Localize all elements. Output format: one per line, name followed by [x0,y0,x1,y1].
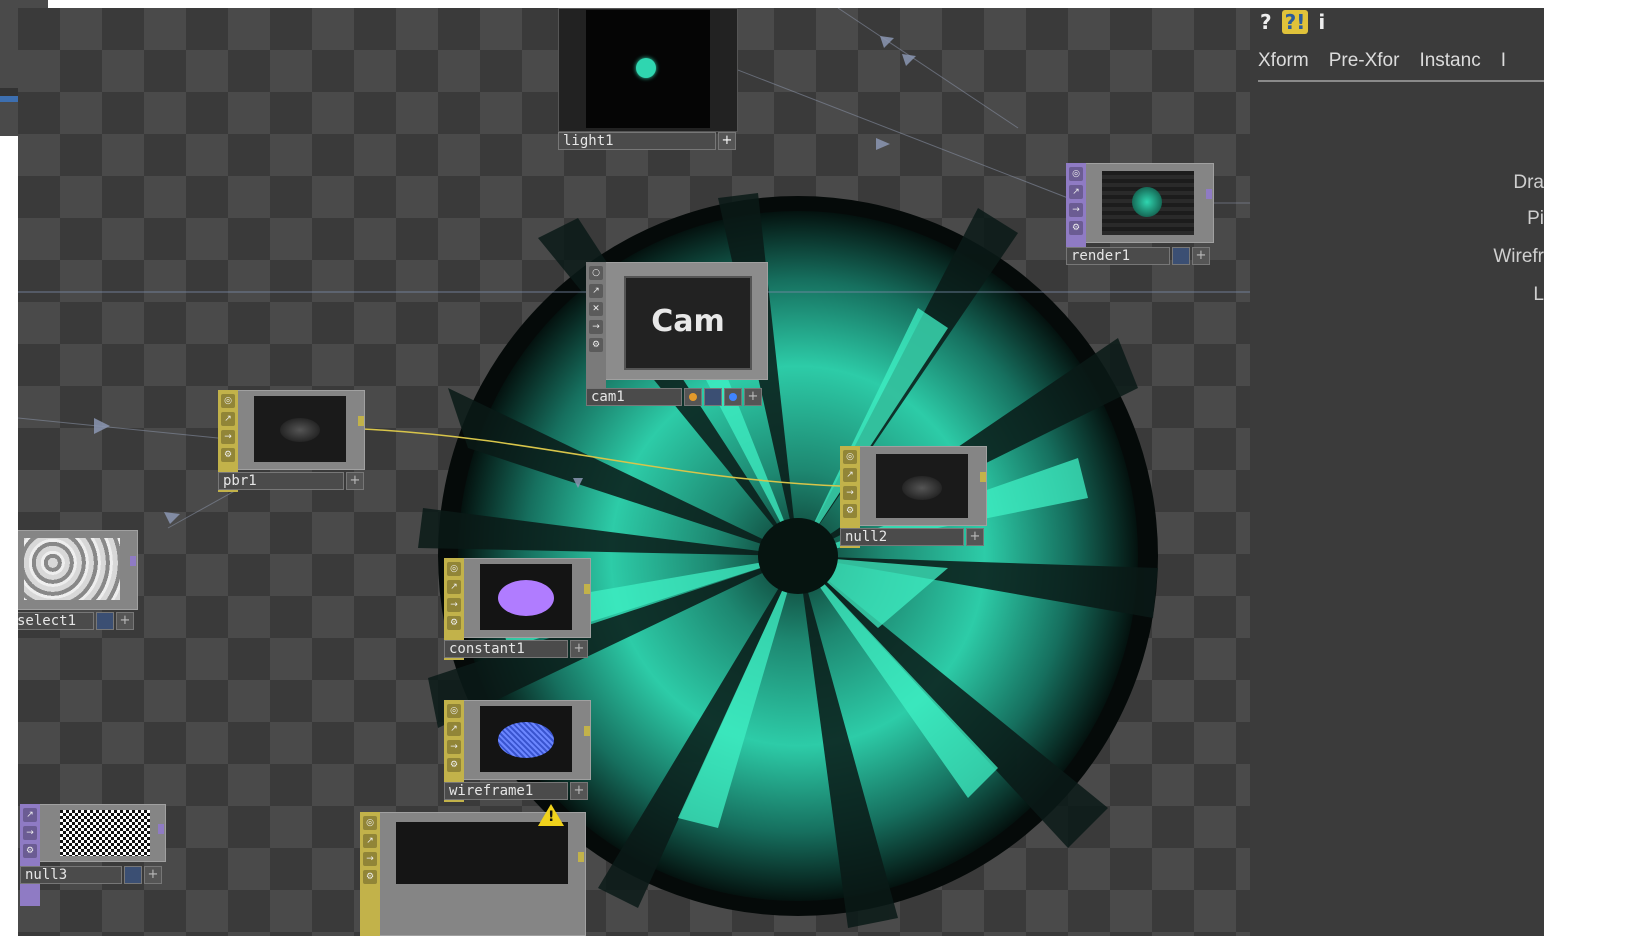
cam1-add-button[interactable]: + [744,388,762,406]
null3-view-button[interactable] [124,866,142,884]
select1-add-button[interactable]: + [116,612,134,630]
cam1-flag-2[interactable] [704,388,722,406]
pbr1-output-connector[interactable] [358,416,364,426]
cam1-flags[interactable]: ○ ↗ ✕ → ⚙ [586,262,606,406]
node-null3[interactable]: ↗ → ⚙ null3 + [20,804,166,906]
light1-preview [586,10,710,128]
render1-output-connector[interactable] [1206,189,1212,199]
null2-output-connector[interactable] [980,472,986,482]
null3-flags[interactable]: ↗ → ⚙ [20,804,40,906]
param-label-wireframe: Wirefr [1493,246,1544,267]
tab-instance[interactable]: Instanc [1419,50,1480,72]
pbr1-preview [254,396,346,462]
tab-xform[interactable]: Xform [1258,50,1309,72]
node-light1[interactable]: light1 + [558,8,738,153]
render1-label[interactable]: render1 [1066,247,1170,265]
null3-label[interactable]: null3 [20,866,122,884]
param-label-draw: Dra [1513,172,1544,193]
cam1-orange-flag[interactable] [684,388,702,406]
node-cam1[interactable]: ○ ↗ ✕ → ⚙ Cam cam1 + [586,262,768,406]
light1-add-button[interactable]: + [718,132,736,150]
light1-label[interactable]: light1 [558,132,716,150]
cam1-preview: Cam [624,276,752,370]
bottom-node-preview [396,822,568,884]
tab-pre-xform[interactable]: Pre-Xfor [1329,50,1400,72]
node-wireframe1[interactable]: ◎ ↗ → ⚙ wireframe1 + [444,700,591,802]
node-null2[interactable]: ◎ ↗ → ⚙ null2 + [840,446,987,548]
constant1-add-button[interactable]: + [570,640,588,658]
node-constant1[interactable]: ◎ ↗ → ⚙ constant1 + [444,558,591,660]
info-icon[interactable]: i [1318,10,1325,34]
parameter-panel: ? ?! i Xform Pre-Xfor Instanc I Dra Pi W… [1250,8,1544,936]
wireframe1-preview [480,706,572,772]
warning-icon[interactable]: ! [538,804,564,826]
node-pbr1[interactable]: ◎ ↗ → ⚙ pbr1 + [218,390,365,492]
node-render1[interactable]: ◎ ↗ → ⚙ render1 + [1066,163,1214,265]
tab-next[interactable]: I [1501,50,1506,72]
cam1-label[interactable]: cam1 [586,388,682,406]
python-help-icon[interactable]: ?! [1281,10,1309,34]
null2-preview [876,454,968,518]
null2-add-button[interactable]: + [966,528,984,546]
null3-output-connector[interactable] [158,824,164,834]
wireframe1-label[interactable]: wireframe1 [444,782,568,800]
select1-label[interactable]: select1 [18,612,94,630]
null3-preview [60,810,150,856]
select1-view-button[interactable] [96,612,114,630]
constant1-label[interactable]: constant1 [444,640,568,658]
render1-add-button[interactable]: + [1192,247,1210,265]
select1-output-connector[interactable] [130,556,136,566]
param-label-pick: Pi [1527,208,1544,229]
param-tabs: Xform Pre-Xfor Instanc I [1258,50,1544,82]
pbr1-label[interactable]: pbr1 [218,472,344,490]
cam1-thumb-text: Cam [651,304,725,339]
wireframe1-output-connector[interactable] [584,726,590,736]
network-editor[interactable]: light1 + ◎ ↗ → ⚙ render1 + ○ ↗ ✕ → ⚙ Cam cam1 +… [18,8,1250,936]
select1-preview [24,538,120,600]
cam1-blue-flag[interactable] [724,388,742,406]
constant1-output-connector[interactable] [584,584,590,594]
pbr1-add-button[interactable]: + [346,472,364,490]
node-bottom-render[interactable]: ◎ ↗ → ⚙ ! [360,804,586,936]
bottom-node-output-connector[interactable] [578,852,584,862]
render1-preview [1102,171,1194,235]
param-label-l: L [1533,284,1544,305]
help-icon[interactable]: ? [1260,10,1272,34]
null2-label[interactable]: null2 [840,528,964,546]
constant1-preview [480,564,572,630]
bottom-node-flags[interactable]: ◎ ↗ → ⚙ [360,812,380,936]
node-select1[interactable]: select1 + [18,530,138,632]
null3-add-button[interactable]: + [144,866,162,884]
wireframe1-add-button[interactable]: + [570,782,588,800]
render1-view-button[interactable] [1172,247,1190,265]
param-toolbar: ? ?! i [1260,8,1325,36]
